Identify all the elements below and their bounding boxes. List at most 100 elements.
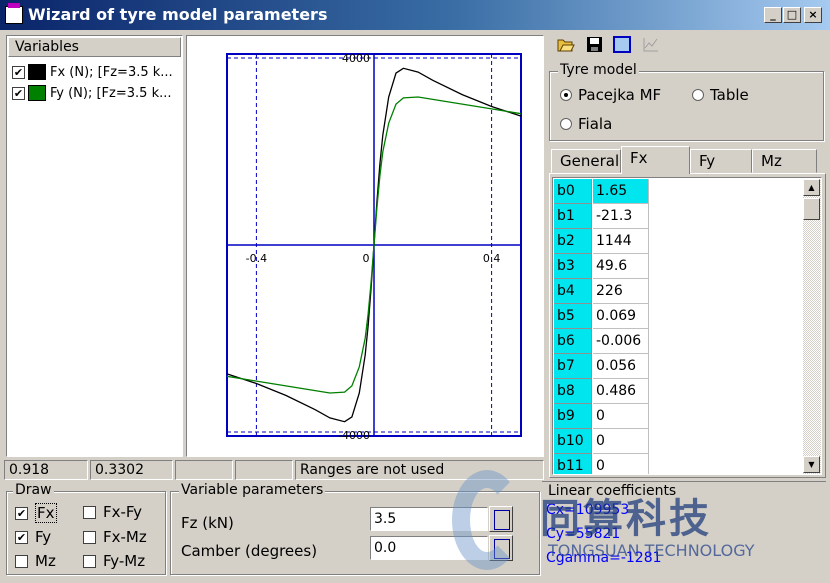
param-name: b11 [554,454,592,474]
param-name: b2 [554,229,592,254]
app-icon [5,3,23,24]
param-value-cell[interactable]: 0 [593,454,649,474]
param-value-cell[interactable]: 0.056 [593,354,649,379]
draw-label: Draw [13,482,54,498]
variable-label: Fy (N); [Fz=3.5 k... [50,85,172,101]
scroll-down-button[interactable]: ▼ [803,456,820,473]
param-value-cell[interactable]: 0.486 [593,379,649,404]
status-y: 0.3302 [90,460,173,480]
draw-fx-fy-checkbox[interactable]: Fx-Fy [83,503,142,521]
variables-list: ✔ Fx (N); [Fz=3.5 k... ✔ Fy (N); [Fz=3.5… [8,60,181,110]
status-empty-1 [175,460,233,480]
checkbox[interactable] [83,554,96,568]
y-tick-label: 4000 [342,52,370,65]
save-icon[interactable] [586,36,603,53]
param-value-cell[interactable]: 1144 [593,229,649,254]
x-tick-label: 0.4 [483,252,501,265]
color-swatch [28,85,46,101]
variables-header[interactable]: Variables [8,37,181,57]
chart-icon[interactable] [642,36,660,53]
draw-fy-mz-checkbox[interactable]: Fy-Mz [83,552,145,570]
param-grid: b0 1.65 b1 -21.3 b2 1144 b3 49.6 b4 226 b5 0.069 b6-… [552,177,822,475]
scroll-thumb[interactable] [803,198,820,220]
param-name: b4 [554,279,592,304]
tab-mz[interactable]: Mz [752,149,817,173]
y-tick-label: -4000 [338,429,370,442]
tab-general[interactable]: General [551,149,621,173]
color-swatch [28,64,46,80]
close-button[interactable]: × [804,7,822,23]
variable-fy-checkbox[interactable]: ✔ [12,86,25,100]
checkbox[interactable]: ✔ [15,530,28,544]
scroll-up-button[interactable]: ▲ [803,179,820,196]
checkbox[interactable] [15,554,28,568]
variable-label: Fx (N); [Fz=3.5 k... [50,64,173,80]
radio-label: Table [710,86,749,104]
chart-area[interactable]: -0.4 0 0.4 4000 -4000 [186,35,544,457]
draw-fy-checkbox[interactable]: ✔ Fy [15,528,51,546]
draw-fx-mz-checkbox[interactable]: Fx-Mz [83,528,147,546]
draw-mz-checkbox[interactable]: Mz [15,552,56,570]
folder-open-icon[interactable] [557,37,575,53]
variable-fx-checkbox[interactable]: ✔ [12,65,25,79]
param-rows: b0 1.65 b1 -21.3 b2 1144 b3 49.6 b4 226 b5 0.069 b6-… [554,179,804,474]
radio-button[interactable] [692,89,704,101]
param-name: b0 [554,179,592,204]
checkbox[interactable] [83,505,96,519]
checkbox-label: Fy-Mz [103,552,146,570]
radio-button[interactable] [560,89,572,101]
param-value-cell[interactable]: 226 [593,279,649,304]
status-x: 0.918 [4,460,88,480]
param-name: b10 [554,429,592,454]
camber-label: Camber (degrees) [181,542,318,560]
param-value-cell[interactable]: 0 [593,404,649,429]
radio-label: Pacejka MF [578,86,662,104]
param-value-cell[interactable]: -21.3 [593,204,649,229]
window-icon[interactable] [613,36,631,53]
checkbox[interactable]: ✔ [15,506,28,520]
radio-button[interactable] [560,118,572,130]
param-name: b8 [554,379,592,404]
variable-item-fy[interactable]: ✔ Fy (N); [Fz=3.5 k... [12,83,172,103]
param-name: b6 [554,329,592,354]
param-value-cell[interactable]: 1.65 [593,179,649,204]
radio-table[interactable]: Table [692,86,749,104]
title-bar: Wizard of tyre model parameters _ □ × [0,0,830,30]
param-value-cell[interactable]: 0 [593,429,649,454]
minimize-button[interactable]: _ [764,7,782,23]
x-tick-label: 0 [363,252,370,265]
tab-fy[interactable]: Fy [690,149,752,173]
param-value-cell[interactable]: 0.069 [593,304,649,329]
param-name: b5 [554,304,592,329]
tyre-model-group: Tyre model Pacejka MF Table Fiala [549,62,824,141]
x-tick-label: -0.4 [246,252,267,265]
param-value-cell[interactable]: -0.006 [593,329,649,354]
param-value-cell[interactable]: 49.6 [593,254,649,279]
draw-group: Draw ✔ Fx Fx-Fy ✔ Fy Fx-Mz Mz Fy-Mz [6,482,166,575]
radio-fiala[interactable]: Fiala [560,115,612,133]
tab-fx[interactable]: Fx [621,146,690,174]
checkbox-label: Fx-Fy [103,503,143,521]
param-name: b9 [554,404,592,429]
checkbox[interactable] [83,530,96,544]
tyre-model-label: Tyre model [558,62,639,78]
radio-label: Fiala [578,115,613,133]
checkbox-label: Fy [35,528,52,546]
variable-item-fx[interactable]: ✔ Fx (N); [Fz=3.5 k... [12,62,173,82]
window-title: Wizard of tyre model parameters [28,5,328,24]
vertical-scrollbar[interactable]: ▲ ▼ [803,179,821,474]
watermark-logo [452,470,522,570]
draw-fx-checkbox[interactable]: ✔ Fx [15,503,57,523]
fz-label: Fz (kN) [181,514,234,532]
watermark-en: TONGSUAN TECHNOLOGY [548,541,755,560]
param-name: b7 [554,354,592,379]
tyre-chart: -0.4 0 0.4 4000 -4000 [226,52,522,442]
checkbox-label: Fx [35,503,57,523]
radio-pacejka-mf[interactable]: Pacejka MF [560,86,661,104]
checkbox-label: Fx-Mz [103,528,147,546]
param-name: b1 [554,204,592,229]
param-name: b3 [554,254,592,279]
variable-parameters-label: Variable parameters [179,482,326,498]
watermark-cn: 同算科技 [540,496,712,542]
maximize-button[interactable]: □ [783,7,801,23]
